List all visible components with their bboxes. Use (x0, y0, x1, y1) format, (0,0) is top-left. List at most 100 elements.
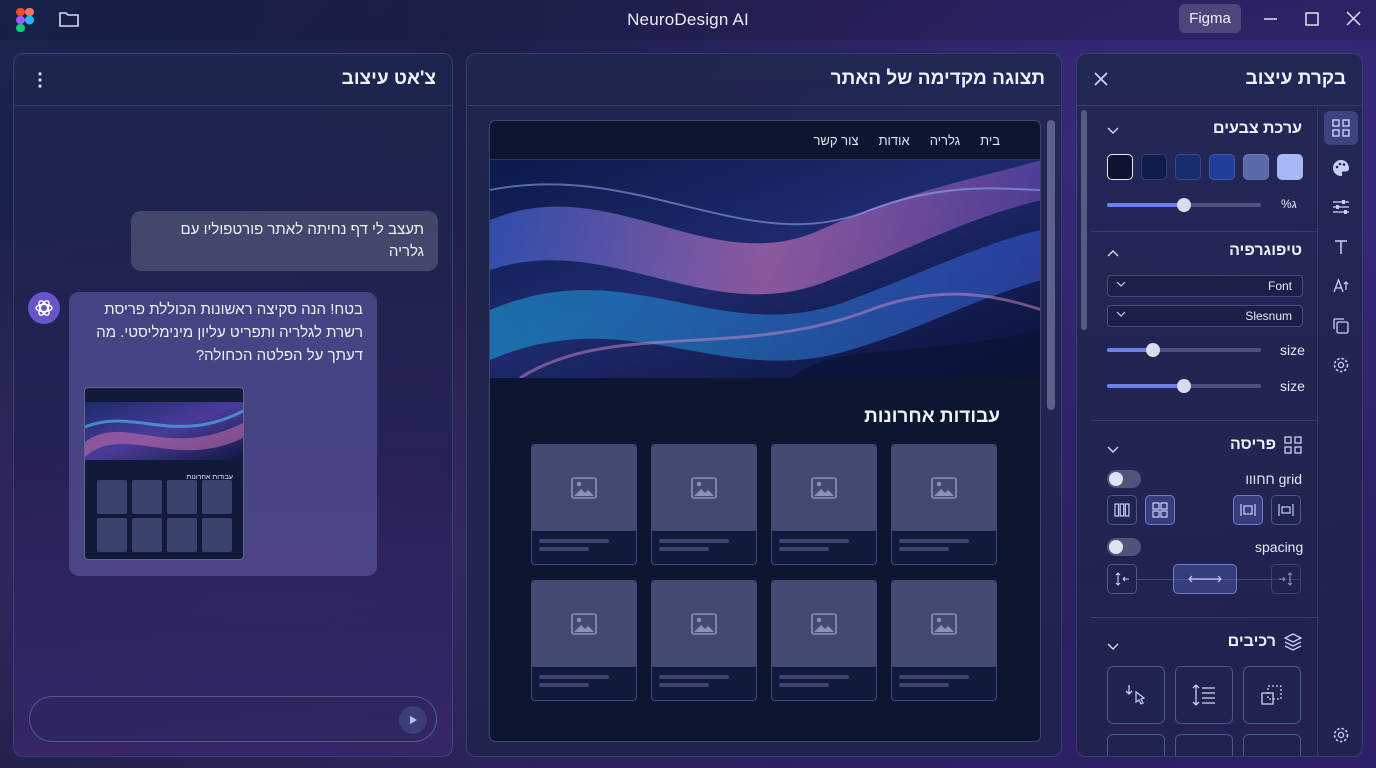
gallery-card[interactable] (651, 580, 757, 701)
layout-grid-icon (1284, 436, 1302, 459)
style-dropdown[interactable]: Slesnum (1107, 305, 1303, 327)
slider-knob[interactable] (1146, 343, 1160, 357)
columns-option-button[interactable] (1107, 495, 1137, 525)
scroll-thumb[interactable] (1047, 120, 1055, 410)
chat-title: צ'אט עיצוב (341, 68, 436, 89)
chevron-down-icon[interactable] (1107, 441, 1119, 459)
settings-gear-icon[interactable] (1324, 348, 1358, 382)
card-text-line (659, 539, 729, 543)
font-dropdown[interactable]: Font (1107, 275, 1303, 297)
preview-scrollbar[interactable] (1047, 120, 1055, 742)
design-title: בקרת עיצוב (1245, 68, 1346, 89)
component-button[interactable] (1175, 734, 1233, 756)
text-icon[interactable] (1324, 230, 1358, 264)
card-text-line (779, 675, 849, 679)
sliders-icon[interactable] (1324, 190, 1358, 224)
grid-toggle[interactable] (1107, 470, 1141, 488)
align-inner-button[interactable] (1233, 495, 1263, 525)
more-options-icon[interactable] (34, 70, 46, 95)
palette-section-title: ערכת צבעים (1213, 120, 1302, 137)
preview-panel: תצוגה מקדימה של האתר בית גלריה אודות צור… (466, 53, 1062, 757)
card-text-line (539, 547, 589, 551)
chevron-down-icon[interactable] (1107, 638, 1119, 656)
close-icon[interactable] (1093, 71, 1109, 92)
send-button[interactable] (399, 706, 427, 734)
nav-item-home[interactable]: בית (980, 133, 1000, 148)
color-swatch[interactable] (1277, 154, 1303, 180)
vertical-spacing-end-button[interactable] (1271, 564, 1301, 594)
align-outer-button[interactable] (1271, 495, 1301, 525)
site-preview-frame[interactable]: בית גלריה אודות צור קשר עבודות אחרונות (489, 120, 1041, 742)
size-slider-1[interactable] (1107, 343, 1261, 357)
bottom-settings-icon[interactable] (1324, 718, 1358, 752)
palette-slider[interactable] (1107, 198, 1261, 212)
component-button[interactable] (1243, 734, 1301, 756)
site-nav: בית גלריה אודות צור קשר (813, 133, 1000, 148)
minimize-icon[interactable] (1261, 10, 1281, 30)
components-section-title: רכיבים (1227, 633, 1276, 650)
card-text-line (899, 683, 949, 687)
gallery-card[interactable] (891, 444, 997, 565)
close-window-icon[interactable] (1344, 10, 1364, 30)
design-scrollbar[interactable] (1081, 110, 1087, 330)
chat-input[interactable] (29, 696, 437, 742)
color-swatch[interactable] (1107, 154, 1133, 180)
image-placeholder-icon (532, 581, 636, 667)
grid-option-button[interactable] (1145, 495, 1175, 525)
card-text-line (659, 547, 709, 551)
figma-button[interactable]: Figma (1179, 4, 1241, 33)
spacing-toggle[interactable] (1107, 538, 1141, 556)
color-swatch[interactable] (1243, 154, 1269, 180)
hero-image (490, 160, 1040, 378)
thumbnail-card (132, 480, 162, 514)
typography-section-title: טיפוגרפיה (1229, 242, 1302, 259)
size-slider-2[interactable] (1107, 379, 1261, 393)
preview-header: תצוגה מקדימה של האתר (467, 54, 1061, 106)
gallery-card[interactable] (891, 580, 997, 701)
image-placeholder-icon (772, 581, 876, 667)
image-placeholder-icon (892, 445, 996, 531)
gallery-card[interactable] (531, 444, 637, 565)
user-message: תעצב לי דף נחיתה לאתר פורטפוליו עם גלריה (131, 211, 438, 271)
maximize-icon[interactable] (1302, 10, 1322, 30)
color-swatch[interactable] (1141, 154, 1167, 180)
slider-knob[interactable] (1177, 379, 1191, 393)
preview-thumbnail[interactable]: עבודות אחרונות (84, 387, 244, 560)
slider-knob[interactable] (1177, 198, 1191, 212)
text-lines-component-button[interactable] (1175, 666, 1233, 724)
gallery-card[interactable] (771, 444, 877, 565)
font-dropdown-value: Font (1267, 279, 1292, 293)
horizontal-spacing-button[interactable] (1173, 564, 1237, 594)
image-placeholder-icon (532, 445, 636, 531)
send-icon (410, 716, 417, 724)
gallery-card[interactable] (771, 580, 877, 701)
nav-item-contact[interactable]: צור קשר (813, 133, 858, 148)
text-size-icon[interactable] (1324, 269, 1358, 303)
chevron-down-icon[interactable] (1107, 122, 1119, 140)
nav-item-about[interactable]: אודות (879, 133, 910, 148)
card-text-line (899, 539, 969, 543)
vertical-spacing-button[interactable] (1107, 564, 1137, 594)
color-swatch[interactable] (1175, 154, 1201, 180)
title-bar: NeuroDesign AI Figma (0, 0, 1376, 40)
layers-icon (1283, 633, 1303, 656)
gallery-card[interactable] (531, 580, 637, 701)
nav-item-gallery[interactable]: גלריה (930, 133, 960, 148)
size-label-1: size (1280, 342, 1305, 358)
ai-avatar-icon (28, 292, 60, 324)
resize-component-button[interactable] (1243, 666, 1301, 724)
gallery-card[interactable] (651, 444, 757, 565)
chevron-up-icon[interactable] (1107, 244, 1119, 262)
palette-slider-label: %ג (1281, 197, 1297, 211)
palette-icon[interactable] (1324, 151, 1358, 185)
component-button[interactable] (1107, 734, 1165, 756)
card-text-line (899, 675, 969, 679)
color-swatch[interactable] (1209, 154, 1235, 180)
copy-icon[interactable] (1324, 309, 1358, 343)
size-label-2: size (1280, 378, 1305, 394)
card-text-line (539, 675, 609, 679)
click-component-button[interactable] (1107, 666, 1165, 724)
image-placeholder-icon (772, 445, 876, 531)
layout-grid-icon[interactable] (1324, 111, 1358, 145)
slider-fill (1107, 203, 1184, 207)
